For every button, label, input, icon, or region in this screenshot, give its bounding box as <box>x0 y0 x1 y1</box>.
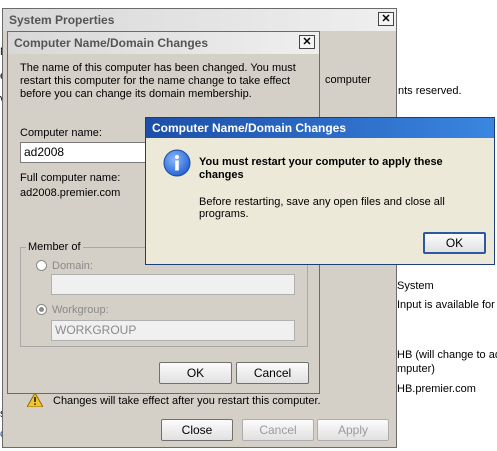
dialog-ok-button[interactable]: OK <box>159 362 232 384</box>
computer-name-field[interactable]: ad2008 <box>20 142 150 163</box>
warning-icon <box>26 391 44 408</box>
full-computer-name-label: Full computer name: <box>20 172 121 184</box>
workgroup-label: Workgroup: <box>52 304 109 316</box>
domain-radio[interactable] <box>36 260 47 271</box>
name-domain-titlebar: Computer Name/Domain Changes <box>8 32 319 54</box>
name-change-description: The name of this computer has been chang… <box>20 62 296 100</box>
domain-label: Domain: <box>52 260 93 272</box>
name-domain-title: Computer Name/Domain Changes <box>14 36 209 50</box>
computer-name-label: Computer name: <box>20 127 102 139</box>
apply-button[interactable]: Apply <box>317 419 389 441</box>
system-properties-titlebar: System Properties <box>3 9 396 31</box>
close-button[interactable]: Close <box>161 419 233 441</box>
info-icon <box>163 149 191 177</box>
system-properties-title: System Properties <box>9 13 115 27</box>
restart-note: Changes will take effect after you resta… <box>53 395 321 407</box>
full-computer-name-value: ad2008.premier.com <box>20 187 121 199</box>
alert-ok-button[interactable]: OK <box>423 232 486 254</box>
member-of-label: Member of <box>26 241 83 253</box>
restart-alert-dialog: Computer Name/Domain Changes You must re… <box>145 117 495 265</box>
cancel-button[interactable]: Cancel <box>242 419 314 441</box>
restart-heading: You must restart your computer to apply … <box>199 156 443 181</box>
restart-alert-titlebar: Computer Name/Domain Changes <box>146 118 494 138</box>
restart-body: Before restarting, save any open files a… <box>199 196 445 220</box>
full-name-info: HB.premier.com <box>397 383 476 395</box>
copyright-text: nts reserved. <box>398 85 462 97</box>
system-type-label: System <box>397 280 434 292</box>
dialog-cancel-button[interactable]: Cancel <box>236 362 309 384</box>
computer-tab-fragment: computer <box>325 74 371 86</box>
computer-name-info-2: mputer) <box>397 363 435 375</box>
workgroup-field[interactable]: WORKGROUP <box>51 320 295 341</box>
domain-field[interactable] <box>51 274 295 295</box>
computer-name-info: HB (will change to ad2 <box>397 349 497 361</box>
system-properties-close-icon[interactable]: ✕ <box>378 12 394 26</box>
restart-alert-title: Computer Name/Domain Changes <box>152 121 347 135</box>
workgroup-radio[interactable] <box>36 304 47 315</box>
name-domain-close-icon[interactable]: ✕ <box>299 35 315 49</box>
pen-input-text: Input is available for t <box>397 299 497 311</box>
